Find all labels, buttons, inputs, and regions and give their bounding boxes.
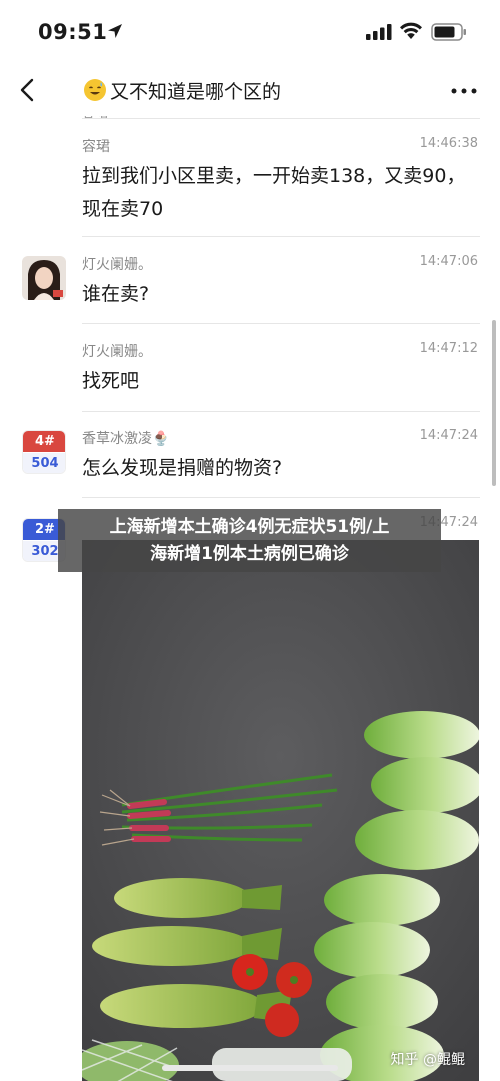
chat-message[interactable]: 容珺 14:46:38 拉到我们小区里卖，一开始卖138，又卖90，现在卖70: [82, 136, 480, 232]
message-divider: [82, 118, 480, 119]
home-indicator[interactable]: [162, 1065, 338, 1071]
location-arrow-icon: [108, 24, 122, 38]
cellular-signal-icon: [366, 24, 392, 40]
wifi-icon: [400, 22, 422, 39]
battery-icon: [431, 23, 466, 41]
message-time: 14:47:24: [419, 428, 478, 443]
sender-name: 容珺: [82, 139, 110, 155]
sender-name: 灯火阑姗。: [82, 257, 152, 273]
message-time: 14:47:12: [419, 341, 478, 356]
source-watermark: 知乎 @鲲鲲: [390, 1052, 465, 1068]
header-message-text: 又不知道是哪个区的: [110, 81, 282, 103]
chat-header: 容珺 又不知道是哪个区的: [0, 64, 500, 120]
sender-name: 灯火阑姗。: [82, 344, 152, 360]
status-bar: 09:51: [0, 0, 500, 64]
message-text: 怎么发现是捐赠的物资?: [82, 457, 283, 479]
sender-avatar[interactable]: 4# 504: [22, 430, 66, 474]
back-chevron-icon[interactable]: [16, 76, 40, 104]
message-text: 拉到我们小区里卖，一开始卖138，又卖90，现在卖70: [82, 165, 466, 220]
status-time: 09:51: [38, 20, 108, 44]
scrollbar[interactable]: [492, 320, 496, 486]
sender-name: 香草冰激凌🍨: [82, 431, 170, 447]
sender-avatar[interactable]: [22, 256, 66, 300]
message-divider: [82, 411, 480, 412]
news-caption-overlay: 上海新增本土确诊4例无症状51例/上 海新增1例本土病例已确诊: [58, 509, 441, 572]
caption-line-2: 海新增1例本土病例已确诊: [150, 544, 349, 564]
vegetables-photo-image: [82, 540, 479, 1081]
more-options-icon[interactable]: [450, 86, 478, 96]
portrait-avatar-image: [22, 256, 66, 300]
chat-message[interactable]: 灯火阑姗。 14:47:06 谁在卖?: [82, 254, 480, 314]
caption-line-1: 上海新增本土确诊4例无症状51例/上: [109, 517, 390, 537]
chat-message[interactable]: 灯火阑姗。 14:47:12 找死吧: [82, 341, 480, 401]
message-time: 14:46:38: [419, 136, 478, 151]
avatar-badge-bottom: 504: [23, 453, 65, 473]
message-divider: [82, 323, 480, 324]
vegetables-photo[interactable]: 知乎 @鲲鲲: [82, 540, 479, 1081]
sweat-smile-emoji-icon: [84, 79, 106, 101]
message-time: 14:47:06: [419, 254, 478, 269]
message-text: 找死吧: [82, 370, 140, 392]
chat-message[interactable]: 香草冰激凌🍨 14:47:24 怎么发现是捐赠的物资?: [82, 428, 480, 488]
message-divider: [82, 236, 480, 237]
avatar-badge-top: 4#: [23, 431, 65, 452]
message-text: 谁在卖?: [82, 283, 150, 305]
message-divider: [82, 497, 480, 498]
